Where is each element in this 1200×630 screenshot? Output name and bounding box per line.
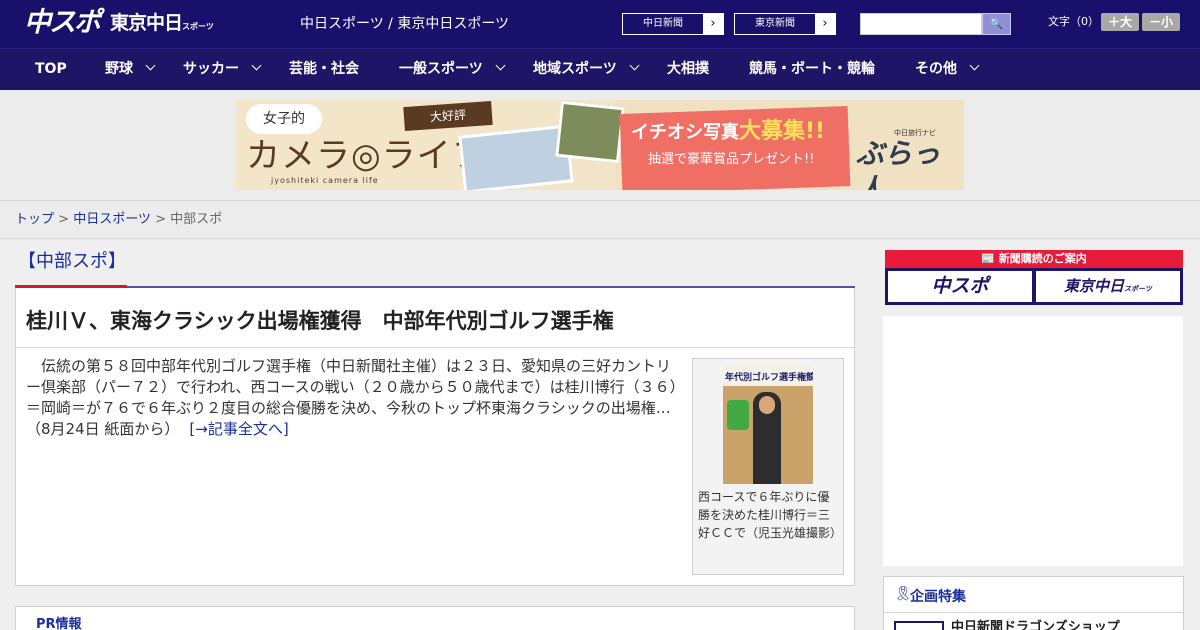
banner-title: カメラ◎ライフ [246,136,487,176]
banner-brand: ぶらっ人 [856,137,941,190]
logo-tokyo-small: スポーツ [182,22,214,31]
banner-headline: イチオシ写真大募集!! [631,120,825,145]
nav-item-soccer[interactable]: サッカー [183,49,262,91]
photo-face [759,396,775,414]
search-icon: 🔍 [989,17,1004,30]
subscription-heading: 📰 新聞購読のご案内 [885,250,1183,268]
photo-caption: 西コースで６年ぶりに優勝を決めた桂川博行＝三好ＣＣで（児玉光雄撮影） [698,490,843,540]
font-size-label: 文字（0） [1048,15,1099,28]
font-size-decrease-button[interactable]: －小 [1142,13,1180,31]
subscription-heading-text: 新聞購読のご案内 [998,252,1087,265]
article-divider [15,347,855,348]
category-heading: 【中部スポ】 [18,251,126,272]
nav-item-label: サッカー [183,61,239,77]
banner-bubble: 女子的 [246,104,322,134]
subscribe-tokyo-label: 東京中日 [1064,277,1125,295]
nav-item-general-sports[interactable]: 一般スポーツ [399,49,506,91]
nav-item-entertainment[interactable]: 芸能・社会 [289,49,359,91]
chunichi-shimbun-label: 中日新聞 [643,18,683,29]
search-button[interactable]: 🔍 [982,13,1011,35]
breadcrumb-separator: > [150,212,171,227]
breadcrumb-top-link[interactable]: トップ [15,212,54,227]
breadcrumb-section-link[interactable]: 中日スポーツ [73,212,151,227]
nav-item-other[interactable]: その他 [915,49,980,91]
font-size-increase-button[interactable]: ＋大 [1101,13,1139,31]
nav-item-label: 芸能・社会 [289,61,359,77]
photo-flag [727,400,749,430]
search-input[interactable] [860,13,982,35]
banner-sub-headline: 抽選で豪華賞品プレゼント!! [648,152,815,167]
logo-chuspo[interactable]: 中スポ [24,6,101,40]
nav-item-baseball[interactable]: 野球 [105,49,156,91]
chevron-down-icon [495,60,506,71]
site-header: 中スポ 東京中日スポーツ 中日スポーツ / 東京中日スポーツ 中日新聞 › 東京… [0,0,1200,48]
chunichi-shimbun-link[interactable]: 中日新聞 › [622,13,724,35]
nav-item-label: TOP [35,61,67,77]
banner-photo [458,124,574,190]
nav-item-top[interactable]: TOP [35,49,67,91]
chevron-down-icon [145,60,156,71]
main-nav: TOP 野球 サッカー 芸能・社会 一般スポーツ 地域スポーツ 大相撲 競馬・ボ… [0,48,1200,90]
nav-item-label: その他 [915,61,957,77]
logo-tokyo-chunichi[interactable]: 東京中日スポーツ [110,11,214,39]
feature-item-link[interactable]: 中日新聞ドラゴンズショップ [951,620,1120,630]
sidebar-ad-space[interactable] [883,316,1183,566]
pr-title: PR情報 [36,617,82,630]
chevron-right-icon: › [815,14,835,34]
nav-item-label: 地域スポーツ [533,61,617,77]
article-title[interactable]: 桂川Ｖ、東海クラシック出場権獲得 中部年代別ゴルフ選手権 [26,306,614,336]
breadcrumb-current: 中部スポ [170,212,223,227]
chevron-down-icon [629,60,640,71]
nav-item-label: 野球 [105,61,133,77]
subscribe-tokyo-small: スポーツ [1124,285,1152,293]
banner-headline-em: 大募集!! [739,119,826,144]
feature-thumbnail[interactable] [894,621,944,630]
article-summary-text: 伝統の第５８回中部年代別ゴルフ選手権（中日新聞社主催）は２３日、愛知県の三好カン… [26,357,678,438]
chevron-right-icon: › [703,14,723,34]
site-link[interactable]: 中日スポーツ / 東京中日スポーツ [300,15,509,33]
tokyo-shimbun-label: 東京新聞 [755,18,795,29]
chevron-down-icon [969,60,980,71]
article-photo[interactable]: 年代別ゴルフ選手権競技 [723,364,813,484]
feature-divider [884,612,1183,613]
photo-board-text: 年代別ゴルフ選手権競技 [725,373,813,383]
breadcrumb-separator: > [54,212,74,227]
breadcrumb: トップ > 中日スポーツ > 中部スポ [15,211,222,229]
read-more-link[interactable]: [→記事全文へ] [189,420,288,438]
nav-item-sumo[interactable]: 大相撲 [667,49,709,91]
article-summary: 伝統の第５８回中部年代別ゴルフ選手権（中日新聞社主催）は２３日、愛知県の三好カン… [26,356,684,440]
banner-subtitle: jyoshiteki camera life [271,176,379,185]
nav-item-racing[interactable]: 競馬・ボート・競輪 [749,49,875,91]
banner-ad[interactable]: 女子的 カメラ◎ライフ jyoshiteki camera life 大好評 イ… [236,100,964,190]
nav-item-label: 大相撲 [667,61,709,77]
nav-item-label: 一般スポーツ [399,61,483,77]
ribbon-icon: 🎗 [894,586,912,602]
banner-photo [555,100,625,164]
banner-headline-pre: イチオシ写真 [631,122,739,143]
chevron-down-icon [251,60,262,71]
breadcrumb-bar: トップ > 中日スポーツ > 中部スポ [0,200,1200,239]
newspaper-icon: 📰 [981,252,999,265]
feature-title: 企画特集 [910,589,966,605]
subscribe-tokyo-chunichi-button[interactable]: 東京中日スポーツ [1036,271,1180,302]
pr-box [15,606,855,630]
nav-item-label: 競馬・ボート・競輪 [749,61,875,77]
tokyo-shimbun-link[interactable]: 東京新聞 › [734,13,836,35]
subscribe-chuspo-button[interactable]: 中スポ [888,271,1032,302]
nav-item-local-sports[interactable]: 地域スポーツ [533,49,640,91]
logo-tokyo-text: 東京中日 [110,12,183,34]
